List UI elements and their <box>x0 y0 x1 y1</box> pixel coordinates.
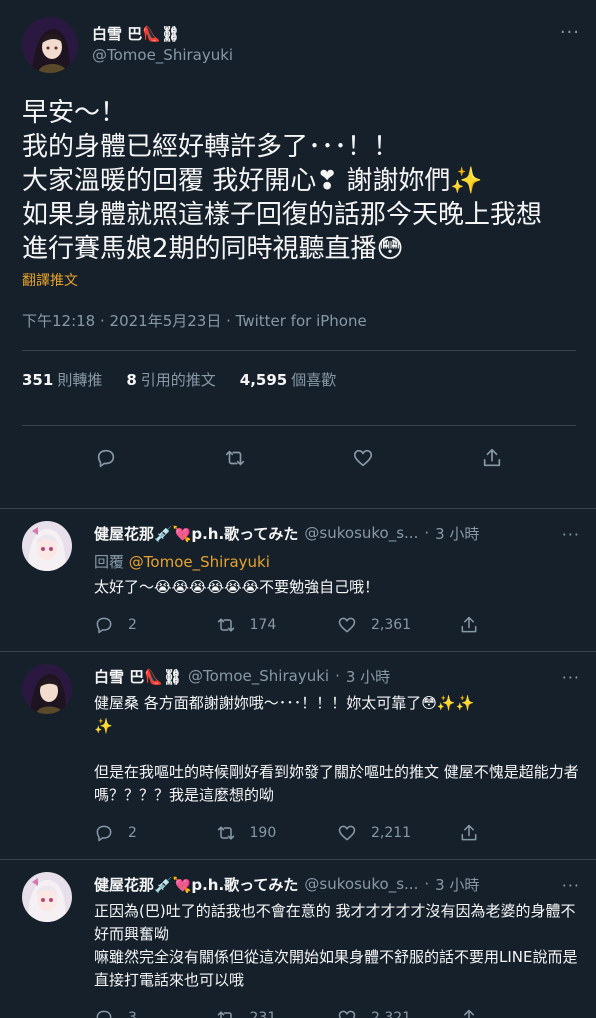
like-icon <box>338 825 356 841</box>
reply-header: 健屋花那💉💘p.h.歌ってみた @sukosuko_s... · 3 小時 <box>94 872 580 896</box>
reply-tweet[interactable]: 白雪 巴👠⛓ @Tomoe_Shirayuki · 3 小時 健屋桑 各方面都謝… <box>0 652 596 860</box>
reply-time[interactable]: 3 小時 <box>435 874 479 895</box>
reply-display-name[interactable]: 健屋花那💉💘p.h.歌ってみた <box>94 523 298 544</box>
retweet-icon[interactable] <box>224 447 246 469</box>
retweet-icon <box>217 618 234 632</box>
share-button[interactable] <box>459 1008 581 1018</box>
separator-dot: · <box>335 667 340 685</box>
reply-handle[interactable]: @sukosuko_s... <box>304 524 418 542</box>
share-button[interactable] <box>459 615 581 635</box>
reply-tweet[interactable]: 健屋花那💉💘p.h.歌ってみた @sukosuko_s... · 3 小時 正因… <box>0 860 596 1018</box>
like-button[interactable]: 2,321 <box>337 1008 459 1018</box>
avatar[interactable] <box>22 872 72 922</box>
reply-count: 2 <box>128 825 137 841</box>
author-display-name[interactable]: 白雪 巴👠⛓ <box>92 24 180 45</box>
reply-icon[interactable] <box>95 447 117 469</box>
author-handle[interactable]: @Tomoe_Shirayuki <box>92 45 233 66</box>
share-icon <box>463 1009 474 1018</box>
share-button[interactable] <box>459 823 581 843</box>
reply-icon <box>96 1010 112 1018</box>
reply-actions: 3 231 2,321 <box>94 992 580 1018</box>
reply-icon <box>96 617 112 634</box>
more-icon[interactable]: ··· <box>562 668 580 687</box>
like-button[interactable]: 2,361 <box>337 615 459 635</box>
retweet-button[interactable]: 231 <box>216 1008 338 1018</box>
avatar[interactable] <box>22 17 78 73</box>
like-icon <box>338 1010 356 1018</box>
like-button[interactable]: 2,211 <box>337 823 459 843</box>
reply-text: 太好了～😭😭😭😭😭😭不要勉強自己哦！ <box>94 578 380 596</box>
reply-icon <box>96 825 112 842</box>
reply-body: 白雪 巴👠⛓ @Tomoe_Shirayuki · 3 小時 健屋桑 各方面都謝… <box>94 664 580 859</box>
more-icon[interactable]: ··· <box>562 525 580 544</box>
main-tweet: 白雪 巴👠⛓ @Tomoe_Shirayuki ··· 早安～！ 我的身體已經好… <box>0 0 596 509</box>
tweet-text: 早安～！ 我的身體已經好轉許多了･･･！！ 大家溫暖的回覆 我好開心❣ 謝謝妳們… <box>22 98 543 264</box>
like-count: 2,361 <box>371 617 412 633</box>
like-count: 2,321 <box>371 1010 412 1018</box>
share-icon <box>461 616 476 633</box>
retweet-icon <box>217 1011 232 1018</box>
replying-to: 回覆 @Tomoe_Shirayuki <box>94 551 580 572</box>
reply-handle[interactable]: @sukosuko_s... <box>304 875 418 893</box>
reply-tweet[interactable]: 健屋花那💉💘p.h.歌ってみた @sukosuko_s... · 3 小時 回覆… <box>0 509 596 652</box>
reply-body: 健屋花那💉💘p.h.歌ってみた @sukosuko_s... · 3 小時 回覆… <box>94 521 580 651</box>
avatar[interactable] <box>22 521 72 571</box>
separator-dot: · <box>424 875 430 893</box>
reply-display-name[interactable]: 白雪 巴👠⛓ <box>94 666 182 687</box>
quote-count[interactable]: 8 引用的推文 <box>126 369 215 390</box>
like-icon <box>338 617 356 633</box>
reply-body: 健屋花那💉💘p.h.歌ってみた @sukosuko_s... · 3 小時 正因… <box>94 872 580 1018</box>
reply-time[interactable]: 3 小時 <box>435 523 479 544</box>
reply-button[interactable]: 2 <box>94 823 216 843</box>
like-count: 2,211 <box>371 825 412 841</box>
avatar[interactable] <box>22 664 72 714</box>
reply-text: 健屋桑 各方面都謝謝妳哦～･･･！！！妳太可靠了😳✨✨ ✨ 但是在我嘔吐的時候剛… <box>94 694 579 804</box>
reply-actions: 2 174 2,361 <box>94 599 580 651</box>
reply-header: 白雪 巴👠⛓ @Tomoe_Shirayuki · 3 小時 <box>94 664 580 688</box>
more-icon[interactable]: ··· <box>560 22 580 43</box>
author-names: 白雪 巴👠⛓ @Tomoe_Shirayuki <box>92 24 233 66</box>
translate-link[interactable]: 翻譯推文 <box>22 270 576 290</box>
main-tweet-header: 白雪 巴👠⛓ @Tomoe_Shirayuki <box>22 14 576 76</box>
separator-dot: · <box>424 524 430 542</box>
share-icon <box>461 824 476 841</box>
tweet-page: 白雪 巴👠⛓ @Tomoe_Shirayuki ··· 早安～！ 我的身體已經好… <box>0 0 596 1018</box>
reply-text: 正因為(巴)吐了的話我也不會在意的 我才才才才才沒有因為老婆的身體不好而興奮呦 … <box>94 902 578 989</box>
reply-time[interactable]: 3 小時 <box>346 666 390 687</box>
reply-button[interactable]: 3 <box>94 1008 216 1018</box>
share-icon[interactable] <box>481 447 503 469</box>
retweet-button[interactable]: 174 <box>216 615 338 635</box>
like-icon[interactable] <box>352 447 374 469</box>
retweet-icon <box>217 826 234 840</box>
like-count[interactable]: 4,595 個喜歡 <box>240 369 336 390</box>
reply-display-name[interactable]: 健屋花那💉💘p.h.歌ってみた <box>94 874 298 895</box>
retweet-count: 190 <box>249 825 277 841</box>
reply-count: 2 <box>128 617 137 633</box>
tweet-actions <box>22 426 576 490</box>
tweet-timestamp[interactable]: 下午12:18 · 2021年5月23日 · Twitter for iPhon… <box>22 310 576 332</box>
reply-handle[interactable]: @Tomoe_Shirayuki <box>188 667 329 685</box>
reply-button[interactable]: 2 <box>94 615 216 635</box>
replying-to-handle[interactable]: @Tomoe_Shirayuki <box>129 553 270 571</box>
replying-label: 回覆 <box>94 553 125 571</box>
retweet-count: 174 <box>249 617 277 633</box>
reply-count: 3 <box>128 1010 137 1018</box>
retweet-button[interactable]: 190 <box>216 823 338 843</box>
more-icon[interactable]: ··· <box>562 876 580 895</box>
reply-header: 健屋花那💉💘p.h.歌ってみた @sukosuko_s... · 3 小時 <box>94 521 580 545</box>
reply-actions: 2 190 2,211 <box>94 807 580 859</box>
retweet-count[interactable]: 351 則轉推 <box>22 369 102 390</box>
retweet-count: 231 <box>249 1010 277 1018</box>
tweet-stats: 351 則轉推 8 引用的推文 4,595 個喜歡 <box>22 351 576 407</box>
